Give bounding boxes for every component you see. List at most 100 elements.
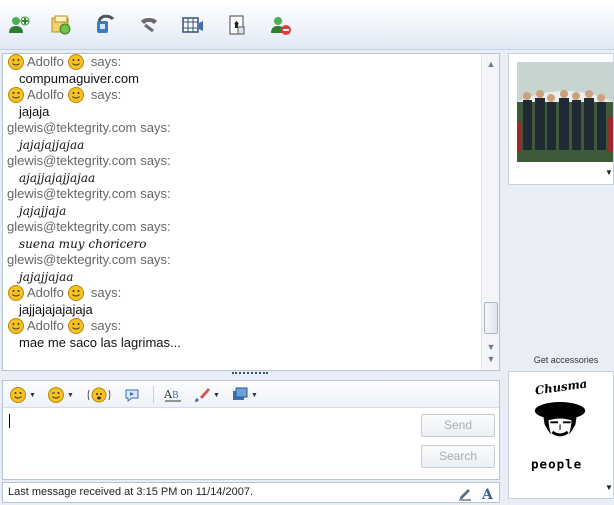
- message-text: ajajjajajjajaa: [19, 170, 96, 185]
- paintbrush-icon: [195, 388, 210, 402]
- background-button[interactable]: ▼: [193, 385, 220, 405]
- nudge-button[interactable]: [87, 385, 111, 405]
- font-icon: AB: [163, 388, 181, 402]
- smiley-icon: [8, 285, 24, 302]
- contact-display-picture-frame[interactable]: ▼: [508, 53, 614, 185]
- smiley-icon: [67, 87, 84, 104]
- picture-options-dropdown-icon[interactable]: ▼: [605, 168, 613, 177]
- text-mode-icon[interactable]: A: [480, 485, 496, 503]
- message-header: glewis@tektegrity.com says:: [7, 186, 477, 203]
- format-toolbar: ▼ ▼ AB ▼ ▼: [3, 381, 499, 408]
- says-label: says:: [140, 252, 171, 267]
- background-dropdown-icon: ▼: [213, 391, 220, 399]
- message-header: glewis@tektegrity.com says:: [7, 252, 477, 269]
- smiley-icon: [8, 87, 24, 104]
- video-call-icon[interactable]: [92, 12, 118, 38]
- sender-name: glewis@tektegrity.com: [7, 153, 137, 168]
- block-contact-icon[interactable]: [268, 12, 294, 38]
- says-label: says:: [90, 318, 122, 333]
- send-button[interactable]: Send: [421, 414, 495, 437]
- activities-icon[interactable]: [180, 12, 206, 38]
- says-label: says:: [90, 87, 122, 102]
- handwriting-icon[interactable]: [457, 485, 473, 501]
- get-accessories-link[interactable]: Get accessories: [506, 355, 614, 365]
- contact-sidebar: ▼ Get accessories Chusma people ▼: [506, 53, 614, 505]
- voice-clip-icon: [125, 389, 139, 402]
- winks-button[interactable]: ▼: [47, 385, 74, 405]
- avatar-text-bottom: people: [531, 457, 582, 472]
- says-label: says:: [90, 285, 122, 300]
- message-text: mae me saco las lagrimas...: [19, 334, 181, 350]
- format-separator: [153, 386, 154, 403]
- windows-icon: [233, 387, 248, 400]
- smiley-icon: [8, 318, 24, 335]
- change-font-button[interactable]: AB: [163, 385, 183, 405]
- message-text: jajjajajajajaja: [19, 301, 93, 317]
- conversation-scrollbar[interactable]: ▲ ▼ ▼: [481, 54, 499, 370]
- message-text: jajaja: [19, 103, 50, 119]
- text-caret[interactable]: [9, 414, 10, 428]
- scroll-down-arrow-icon[interactable]: ▼: [485, 342, 497, 352]
- my-picture-options-dropdown-icon[interactable]: ▼: [605, 483, 613, 492]
- message-header: glewis@tektegrity.com says:: [7, 219, 477, 236]
- message-header: glewis@tektegrity.com says:: [7, 153, 477, 170]
- smiley-icon: [10, 387, 26, 403]
- message-compose-area: ▼ ▼ AB ▼ ▼ Send Search: [2, 380, 500, 480]
- svg-text:B: B: [172, 391, 179, 401]
- games-icon[interactable]: [224, 12, 250, 38]
- smiley-icon: [67, 285, 84, 302]
- message-header: Adolfo says:: [7, 87, 477, 104]
- scroll-to-end-icon[interactable]: ▼: [485, 354, 497, 364]
- svg-text:A: A: [481, 487, 494, 501]
- message-header: Adolfo says:: [7, 318, 477, 335]
- nudge-icon: [87, 387, 111, 403]
- invite-contact-icon[interactable]: [6, 12, 32, 38]
- sender-name: Adolfo: [27, 87, 64, 102]
- says-label: says:: [140, 186, 171, 201]
- message-text: compumaguiver.com: [19, 70, 139, 86]
- search-button[interactable]: Search: [421, 445, 495, 468]
- my-display-picture: Chusma people: [531, 376, 588, 472]
- message-header: Adolfo says:: [7, 54, 477, 71]
- says-label: says:: [90, 54, 122, 69]
- message-text: jajajjaja: [19, 203, 67, 218]
- sender-name: Adolfo: [27, 54, 64, 69]
- conversation-history: Adolfo says: compumaguiver.com Adolfo says: j…: [2, 53, 500, 371]
- avatar-text-top: Chusma: [534, 376, 588, 397]
- emoticons-button[interactable]: ▼: [9, 385, 36, 405]
- more-options-button[interactable]: ▼: [231, 385, 258, 405]
- smiley-icon: [67, 54, 84, 71]
- pane-splitter[interactable]: [232, 372, 268, 378]
- sender-name: glewis@tektegrity.com: [7, 120, 137, 135]
- send-files-icon[interactable]: [48, 12, 74, 38]
- conversation-toolbar: [0, 0, 614, 50]
- status-bar: Last message received at 3:15 PM on 11/1…: [2, 482, 500, 503]
- scroll-up-arrow-icon[interactable]: ▲: [485, 59, 497, 69]
- voice-clip-button[interactable]: [123, 385, 141, 405]
- scroll-thumb[interactable]: [484, 302, 498, 334]
- message-list: Adolfo says: compumaguiver.com Adolfo says: j…: [3, 54, 481, 370]
- message-text: jajajajjajaa: [19, 137, 85, 152]
- more-options-dropdown-icon: ▼: [251, 391, 258, 399]
- my-display-picture-frame[interactable]: Chusma people ▼: [508, 371, 614, 499]
- contact-display-picture: [517, 62, 613, 162]
- smiley-icon: [67, 318, 84, 335]
- message-text: jajajjajaa: [19, 269, 74, 284]
- message-text: suena muy choricero: [19, 236, 147, 251]
- call-icon[interactable]: [136, 12, 162, 38]
- smiley-icon: [8, 54, 24, 71]
- sender-name: Adolfo: [27, 318, 64, 333]
- wink-icon: [48, 387, 64, 403]
- sender-name: glewis@tektegrity.com: [7, 186, 137, 201]
- says-label: says:: [140, 153, 171, 168]
- sender-name: Adolfo: [27, 285, 64, 300]
- winks-dropdown-icon: ▼: [67, 391, 74, 399]
- says-label: says:: [140, 120, 171, 135]
- last-message-status: Last message received at 3:15 PM on 11/1…: [8, 486, 254, 498]
- says-label: says:: [140, 219, 171, 234]
- sender-name: glewis@tektegrity.com: [7, 252, 137, 267]
- message-header: Adolfo says:: [7, 285, 477, 302]
- message-header: glewis@tektegrity.com says:: [7, 120, 477, 137]
- emoticons-dropdown-icon: ▼: [29, 391, 36, 399]
- sender-name: glewis@tektegrity.com: [7, 219, 137, 234]
